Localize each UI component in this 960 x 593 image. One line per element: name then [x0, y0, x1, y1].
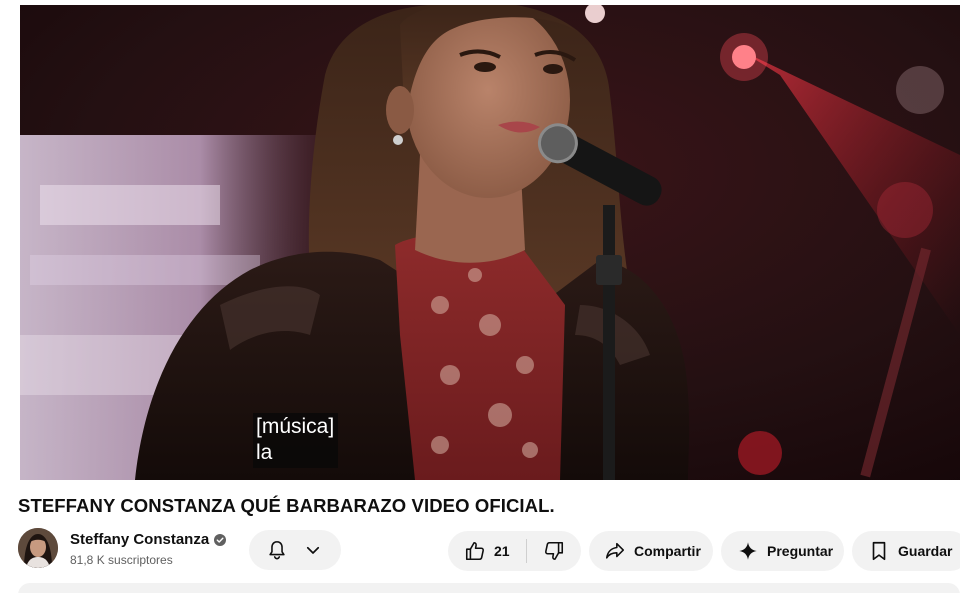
save-button[interactable]: Guardar — [852, 531, 960, 571]
bell-icon — [269, 540, 285, 560]
like-count: 21 — [494, 543, 510, 559]
share-icon — [605, 542, 625, 559]
dislike-button[interactable] — [527, 531, 581, 571]
like-dislike-segmented: 21 — [448, 531, 581, 571]
save-label: Guardar — [898, 543, 953, 559]
thumbs-up-icon — [465, 541, 484, 561]
caption-line-2: la — [256, 441, 273, 464]
bookmark-icon — [872, 541, 886, 561]
video-title: STEFFANY CONSTANZA QUÉ BARBARAZO VIDEO O… — [18, 495, 555, 516]
video-player[interactable]: [música] la — [20, 5, 960, 480]
notification-bell-button[interactable] — [249, 530, 341, 570]
sparkle-icon — [739, 542, 757, 560]
video-frame — [20, 5, 960, 480]
channel-name-link[interactable]: Steffany Constanza — [70, 531, 227, 548]
like-button[interactable]: 21 — [448, 531, 526, 571]
ask-button[interactable]: Preguntar — [721, 531, 844, 571]
caption-line-1: [música] — [256, 415, 335, 438]
share-button[interactable]: Compartir — [589, 531, 713, 571]
subscriber-count: 81,8 K suscriptores — [70, 553, 173, 567]
ask-label: Preguntar — [767, 543, 834, 559]
channel-avatar[interactable] — [18, 528, 58, 568]
verified-badge-icon — [214, 533, 227, 546]
chevron-down-icon — [306, 546, 320, 554]
closed-captions: [música] la — [253, 413, 339, 468]
share-label: Compartir — [634, 543, 701, 559]
description-box[interactable] — [18, 583, 960, 593]
thumbs-down-icon — [545, 541, 564, 561]
channel-name[interactable]: Steffany Constanza — [70, 531, 209, 548]
